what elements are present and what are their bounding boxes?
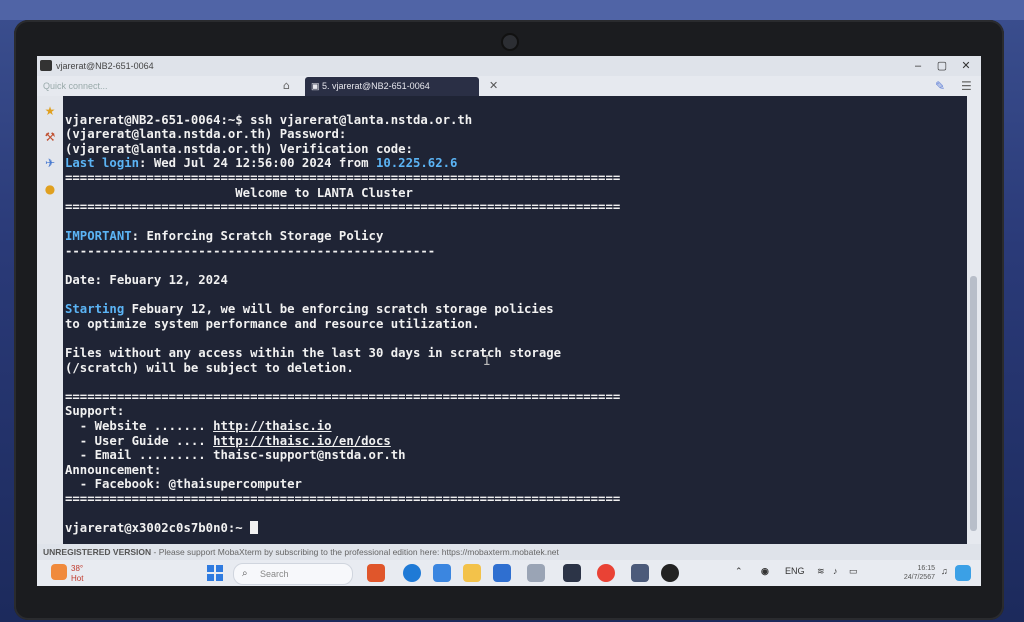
minimize-icon[interactable]: – bbox=[909, 58, 927, 74]
mail-icon[interactable] bbox=[493, 564, 511, 582]
paperclip-icon[interactable]: ✎ bbox=[935, 79, 945, 93]
scrollbar-thumb[interactable] bbox=[970, 276, 977, 531]
announcement-heading: Announcement: bbox=[65, 462, 162, 477]
tray-chevron-icon[interactable]: ⌃ bbox=[735, 566, 743, 577]
home-tab-icon[interactable]: ⌂ bbox=[283, 79, 290, 92]
volume-icon[interactable]: ♪ bbox=[833, 566, 838, 576]
support-email: - Email ......... thaisc-support@nstda.o… bbox=[65, 448, 406, 463]
edge-icon[interactable] bbox=[403, 564, 421, 582]
file-explorer-icon[interactable] bbox=[463, 564, 481, 582]
window-titlebar[interactable]: vjarerat@NB2-651-0064 – ▢ ✕ bbox=[37, 56, 981, 76]
text-cursor bbox=[250, 521, 259, 535]
dash-rule: ----------------------------------------… bbox=[65, 243, 436, 258]
last-login-text: : Wed Jul 24 12:56:00 2024 from bbox=[139, 156, 376, 171]
last-login-label: Last login bbox=[65, 156, 140, 171]
tab-label: 5. vjarerat@NB2-651-0064 bbox=[322, 81, 430, 91]
tab-active-session[interactable]: ▣ 5. vjarerat@NB2-651-0064 bbox=[305, 77, 479, 96]
chrome-icon[interactable] bbox=[597, 564, 615, 582]
support-message: - Please support MobaXterm by subscribin… bbox=[151, 547, 442, 557]
password-prompt: (vjarerat@lanta.nstda.or.th) Password: bbox=[65, 127, 347, 142]
windows-start-icon[interactable] bbox=[207, 565, 223, 581]
mobaxterm-taskbar-icon[interactable] bbox=[563, 564, 581, 582]
unregistered-label: UNREGISTERED VERSION bbox=[43, 547, 152, 557]
clock-date: 24/7/2567 bbox=[903, 574, 935, 581]
app-icon-1[interactable] bbox=[367, 564, 385, 582]
session-tabbar: Quick connect... ⌂ ▣ 5. vjarerat@NB2-651… bbox=[37, 76, 981, 97]
app-icon-2[interactable] bbox=[433, 564, 451, 582]
facebook-line: - Facebook: @thaisupercomputer bbox=[65, 477, 302, 492]
shell-prompt: vjarerat@NB2-651-0064 bbox=[65, 112, 221, 127]
widget-icon[interactable] bbox=[955, 565, 971, 581]
mouse-ibeam-cursor: I bbox=[483, 354, 491, 369]
important-heading: : Enforcing Scratch Storage Policy bbox=[131, 229, 384, 244]
wifi-icon[interactable]: ≋ bbox=[817, 566, 825, 577]
mobatek-link[interactable]: https://mobaxterm.mobatek.net bbox=[442, 547, 559, 557]
weather-widget[interactable]: 38° Hot bbox=[51, 562, 111, 584]
verification-prompt: (vjarerat@lanta.nstda.or.th) Verificatio… bbox=[65, 141, 413, 156]
taskbar-clock[interactable]: 16:15 24/7/2567 bbox=[895, 564, 935, 582]
banner-rule: ========================================… bbox=[65, 389, 621, 404]
terminal-scrollbar[interactable] bbox=[967, 96, 981, 544]
close-icon[interactable]: ✕ bbox=[957, 58, 975, 74]
last-login-ip: 10.225.62.6 bbox=[375, 156, 458, 171]
policy-text-1: Febuary 12, we will be enforcing scratch… bbox=[124, 302, 554, 317]
background-wall bbox=[0, 0, 1024, 20]
sftp-icon[interactable]: ● bbox=[43, 182, 57, 196]
guide-label: - User Guide .... bbox=[65, 433, 214, 448]
quick-connect-input[interactable]: Quick connect... bbox=[43, 79, 263, 93]
remote-prompt: vjarerat@x3002c0s7b0n0:~ bbox=[65, 521, 251, 536]
policy-text-3: Files without any access within the last… bbox=[65, 346, 562, 361]
tray-app-icon[interactable]: ◉ bbox=[761, 566, 769, 577]
banner-rule: ========================================… bbox=[65, 200, 621, 215]
user-guide-link[interactable]: http://thaisc.io/en/docs bbox=[213, 434, 391, 448]
support-heading: Support: bbox=[65, 404, 125, 419]
macro-icon[interactable]: ✈ bbox=[43, 156, 57, 170]
website-label: - Website ....... bbox=[65, 419, 214, 434]
taskbar-search[interactable]: ⌕ Search bbox=[233, 563, 353, 585]
ssh-command: :~$ ssh vjarerat@lanta.nstda.or.th bbox=[220, 112, 473, 127]
webcam bbox=[501, 33, 519, 51]
search-placeholder: Search bbox=[260, 569, 289, 579]
policy-text-2: to optimize system performance and resou… bbox=[65, 316, 480, 331]
policy-date: Date: Febuary 12, 2024 bbox=[65, 273, 228, 288]
mobaxterm-app-icon bbox=[40, 60, 52, 71]
maximize-icon[interactable]: ▢ bbox=[933, 58, 951, 74]
website-link[interactable]: http://thaisc.io bbox=[213, 419, 331, 433]
starting-label: Starting bbox=[65, 302, 125, 317]
banner-rule: ========================================… bbox=[65, 492, 621, 507]
battery-icon[interactable]: ▭ bbox=[849, 566, 858, 577]
banner-rule: ========================================… bbox=[65, 170, 621, 185]
notification-bell-icon[interactable]: ♫ bbox=[941, 566, 948, 576]
terminal-output[interactable]: vjarerat@NB2-651-0064:~$ ssh vjarerat@la… bbox=[63, 96, 967, 544]
important-label: IMPORTANT bbox=[65, 229, 132, 244]
clock-time: 16:15 bbox=[917, 565, 935, 572]
media-player-icon[interactable] bbox=[661, 564, 679, 582]
terminal-tab-icon: ▣ bbox=[311, 81, 323, 91]
tab-close-icon[interactable]: ✕ bbox=[489, 79, 498, 92]
status-bar: UNREGISTERED VERSION - Please support Mo… bbox=[37, 544, 981, 560]
language-indicator[interactable]: ENG bbox=[785, 566, 805, 576]
welcome-banner: Welcome to LANTA Cluster bbox=[65, 185, 413, 200]
window-title: vjarerat@NB2-651-0064 bbox=[56, 61, 154, 71]
policy-text-4: (/scratch) will be subject to deletion. bbox=[65, 360, 354, 375]
windows-taskbar: 38° Hot ⌕ Search ⌃ ◉ ENG ≋ ♪ ▭ 16:15 24/… bbox=[37, 560, 981, 586]
app-icon-4[interactable] bbox=[631, 564, 649, 582]
star-icon[interactable]: ★ bbox=[43, 104, 57, 118]
weather-desc: Hot bbox=[71, 574, 84, 583]
weather-icon bbox=[51, 564, 67, 580]
tools-icon[interactable]: ⚒ bbox=[43, 130, 57, 144]
search-icon: ⌕ bbox=[242, 568, 248, 579]
sidebar-strip: ★ ⚒ ✈ ● bbox=[37, 96, 63, 544]
weather-temp: 38° bbox=[71, 564, 84, 573]
laptop-screen: vjarerat@NB2-651-0064 – ▢ ✕ Quick connec… bbox=[37, 56, 981, 586]
app-icon-3[interactable] bbox=[527, 564, 545, 582]
menu-icon[interactable]: ☰ bbox=[961, 79, 972, 93]
